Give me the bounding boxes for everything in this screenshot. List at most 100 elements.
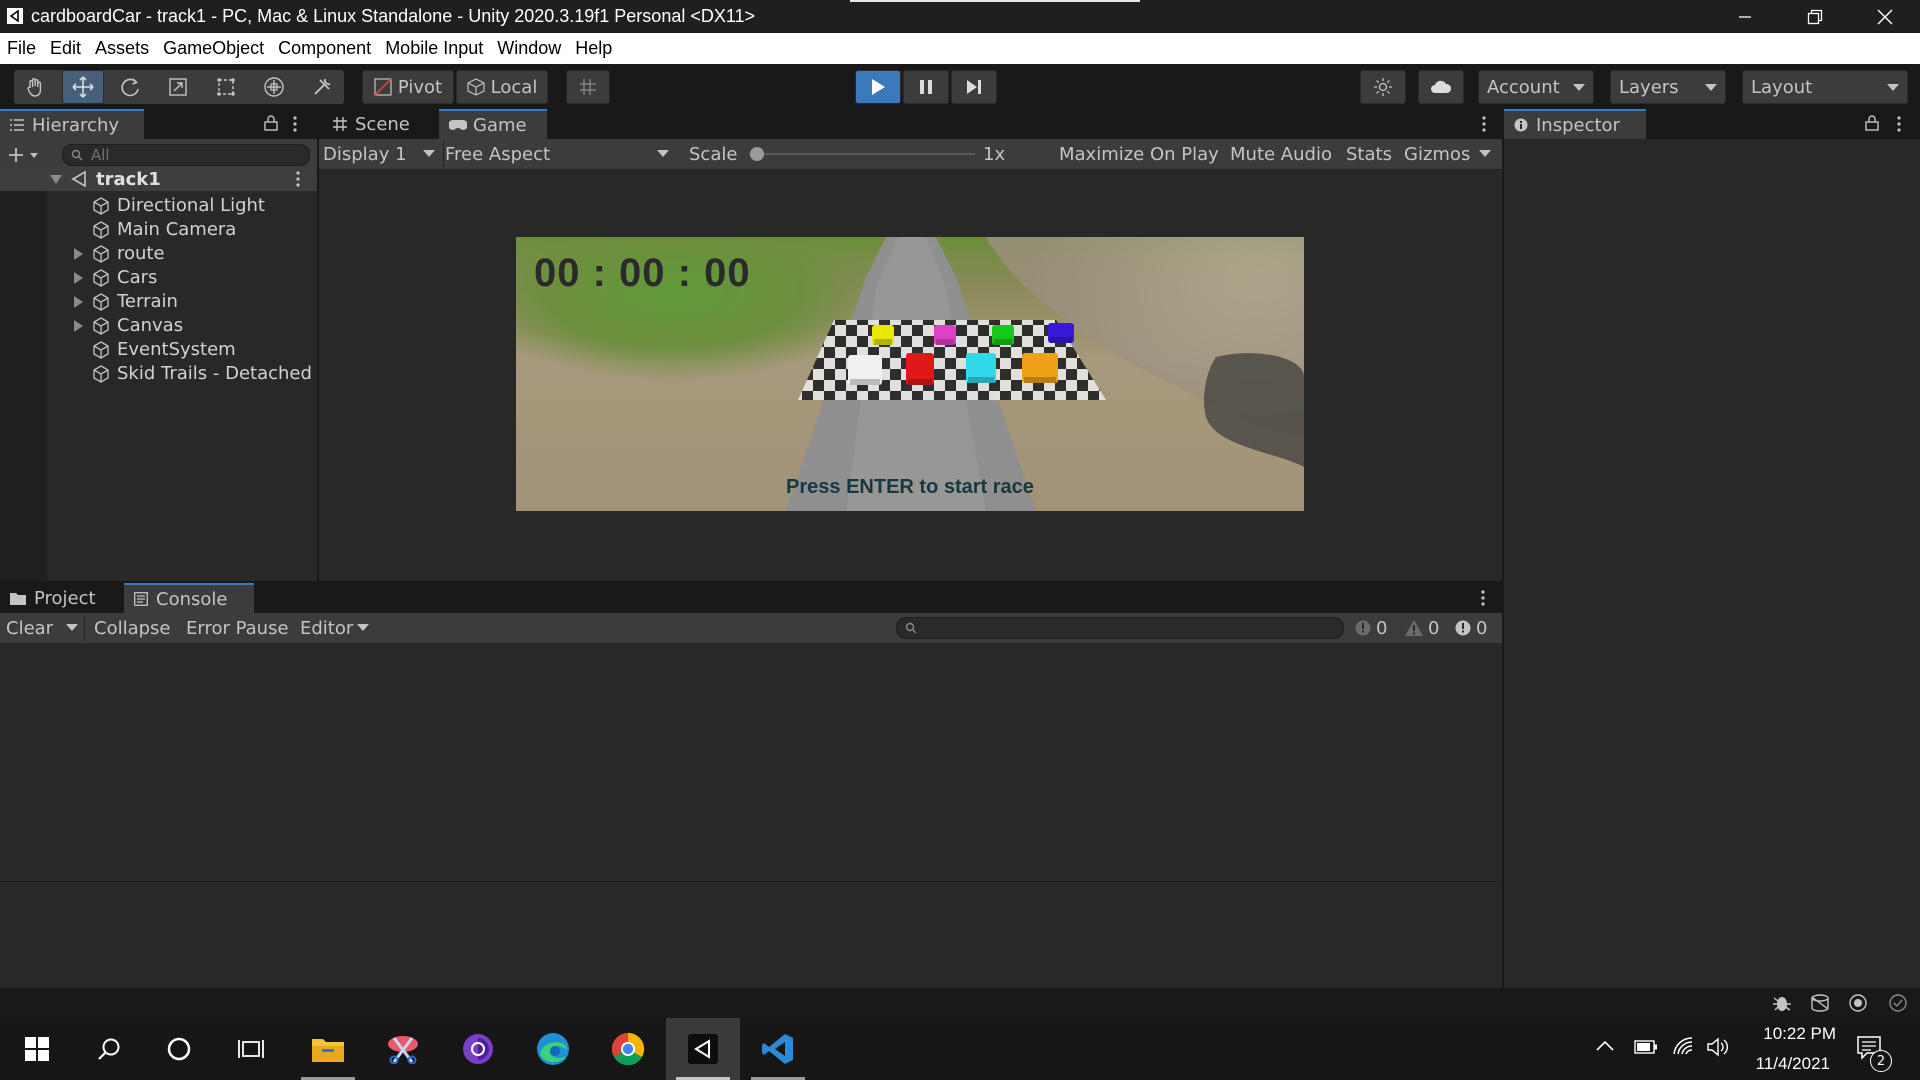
vscode-icon[interactable] [741,1018,815,1080]
menu-mobile-input[interactable]: Mobile Input [385,38,483,59]
grid-snap-icon[interactable] [566,70,610,104]
bug-icon[interactable] [1772,994,1792,1012]
display-dropdown[interactable]: Display 1 [323,139,441,169]
layout-dropdown[interactable]: Layout [1742,70,1908,104]
game-viewport[interactable]: 00 : 00 : 00 Press ENTER to start race [516,237,1304,511]
hierarchy-item[interactable]: route [0,242,315,266]
menu-component[interactable]: Component [278,38,371,59]
tab-project[interactable]: Project [0,583,120,613]
more-options-icon[interactable] [292,115,298,133]
chrome-browser-icon[interactable] [591,1018,665,1080]
task-view-icon[interactable] [214,1018,288,1080]
wifi-icon[interactable] [1672,1036,1696,1056]
cortana-icon[interactable] [142,1018,216,1080]
expand-arrow-icon[interactable] [74,296,83,308]
scene-more-icon[interactable] [295,170,301,188]
stats-toggle[interactable]: Stats [1346,139,1392,169]
menu-window[interactable]: Window [497,38,561,59]
warning-count-toggle[interactable]: 0 [1405,613,1439,643]
hierarchy-item[interactable]: Canvas [0,314,315,338]
clear-button[interactable]: Clear [6,613,53,643]
lock-icon[interactable] [1865,115,1879,131]
move-tool-icon[interactable] [62,70,104,104]
custom-tool-icon[interactable] [302,70,342,104]
maximize-on-play-toggle[interactable]: Maximize On Play [1059,139,1219,169]
more-options-icon[interactable] [1481,115,1487,133]
scale-tool-icon[interactable] [158,70,198,104]
hierarchy-item[interactable]: Directional Light [0,194,315,218]
hand-tool-icon[interactable] [16,70,54,104]
menu-help[interactable]: Help [575,38,612,59]
expand-arrow-icon[interactable] [74,248,83,260]
check-circle-icon[interactable] [1888,993,1908,1013]
close-button[interactable] [1850,0,1920,33]
scene-row[interactable]: track1 [0,167,317,191]
account-dropdown[interactable]: Account [1478,70,1594,104]
windows-start-icon[interactable] [0,1018,74,1080]
expand-arrow-icon[interactable] [74,272,83,284]
console-detail-divider[interactable] [0,881,1502,882]
expand-arrow-icon[interactable] [50,175,62,185]
step-button[interactable] [951,70,997,104]
gizmos-toggle[interactable]: Gizmos [1404,139,1470,169]
chevron-down-icon[interactable] [1479,150,1491,158]
error-pause-toggle[interactable]: Error Pause [186,613,289,643]
tab-console[interactable]: Console [124,583,254,613]
menu-file[interactable]: File [7,38,36,59]
error-count-toggle[interactable]: 0 [1455,613,1487,643]
battery-icon[interactable] [1634,1040,1658,1054]
scale-slider-handle[interactable] [750,147,764,161]
services-icon[interactable] [1360,70,1406,104]
tab-game[interactable]: Game [439,109,547,139]
mute-audio-toggle[interactable]: Mute Audio [1230,139,1332,169]
chevron-down-icon[interactable] [66,624,78,632]
snip-tool-icon[interactable] [366,1018,440,1080]
menu-edit[interactable]: Edit [50,38,81,59]
expand-arrow-icon[interactable] [74,320,83,332]
unity-taskbar-icon[interactable] [666,1018,740,1080]
play-button[interactable] [855,70,901,104]
tor-browser-icon[interactable] [441,1018,515,1080]
layers-dropdown[interactable]: Layers [1610,70,1726,104]
chevron-up-icon[interactable] [1596,1040,1614,1052]
collapse-toggle[interactable]: Collapse [94,613,171,643]
volume-icon[interactable] [1706,1037,1730,1057]
edge-browser-icon[interactable] [516,1018,590,1080]
scale-slider-track[interactable] [749,153,975,155]
tab-scene[interactable]: Scene [323,109,441,139]
tab-hierarchy[interactable]: Hierarchy [0,109,144,139]
editor-dropdown[interactable]: Editor [300,613,370,643]
menu-assets[interactable]: Assets [95,38,149,59]
clock-date[interactable]: 11/4/2021 [1740,1054,1830,1074]
log-count: 0 [1376,617,1388,639]
cloud-icon[interactable] [1418,70,1464,104]
hierarchy-item[interactable]: EventSystem [0,338,315,362]
add-plus-icon[interactable] [8,147,40,163]
more-options-icon[interactable] [1480,589,1486,607]
minimize-button[interactable] [1710,0,1780,33]
more-options-icon[interactable] [1896,115,1902,133]
aspect-dropdown[interactable]: Free Aspect [445,139,675,169]
console-search-input[interactable] [896,617,1344,639]
lock-icon[interactable] [264,115,278,131]
pivot-toggle[interactable]: Pivot [362,70,454,104]
cache-icon[interactable] [1810,994,1830,1012]
hierarchy-item[interactable]: Cars [0,266,315,290]
rotate-tool-icon[interactable] [110,70,150,104]
hierarchy-search-input[interactable]: All [62,144,310,166]
restore-button[interactable] [1780,0,1850,33]
log-count-toggle[interactable]: 0 [1355,613,1387,643]
tab-inspector[interactable]: Inspector [1504,109,1646,139]
clock-time[interactable]: 10:22 PM [1740,1024,1836,1044]
rect-tool-icon[interactable] [206,70,246,104]
menu-gameobject[interactable]: GameObject [163,38,264,59]
hierarchy-item[interactable]: Main Camera [0,218,315,242]
search-icon[interactable] [72,1018,146,1080]
hierarchy-item[interactable]: Skid Trails - Detached [0,362,315,386]
file-explorer-icon[interactable] [291,1018,365,1080]
record-icon[interactable] [1848,993,1868,1013]
local-toggle[interactable]: Local [456,70,548,104]
pause-button[interactable] [903,70,949,104]
hierarchy-item[interactable]: Terrain [0,290,315,314]
transform-tool-icon[interactable] [254,70,294,104]
